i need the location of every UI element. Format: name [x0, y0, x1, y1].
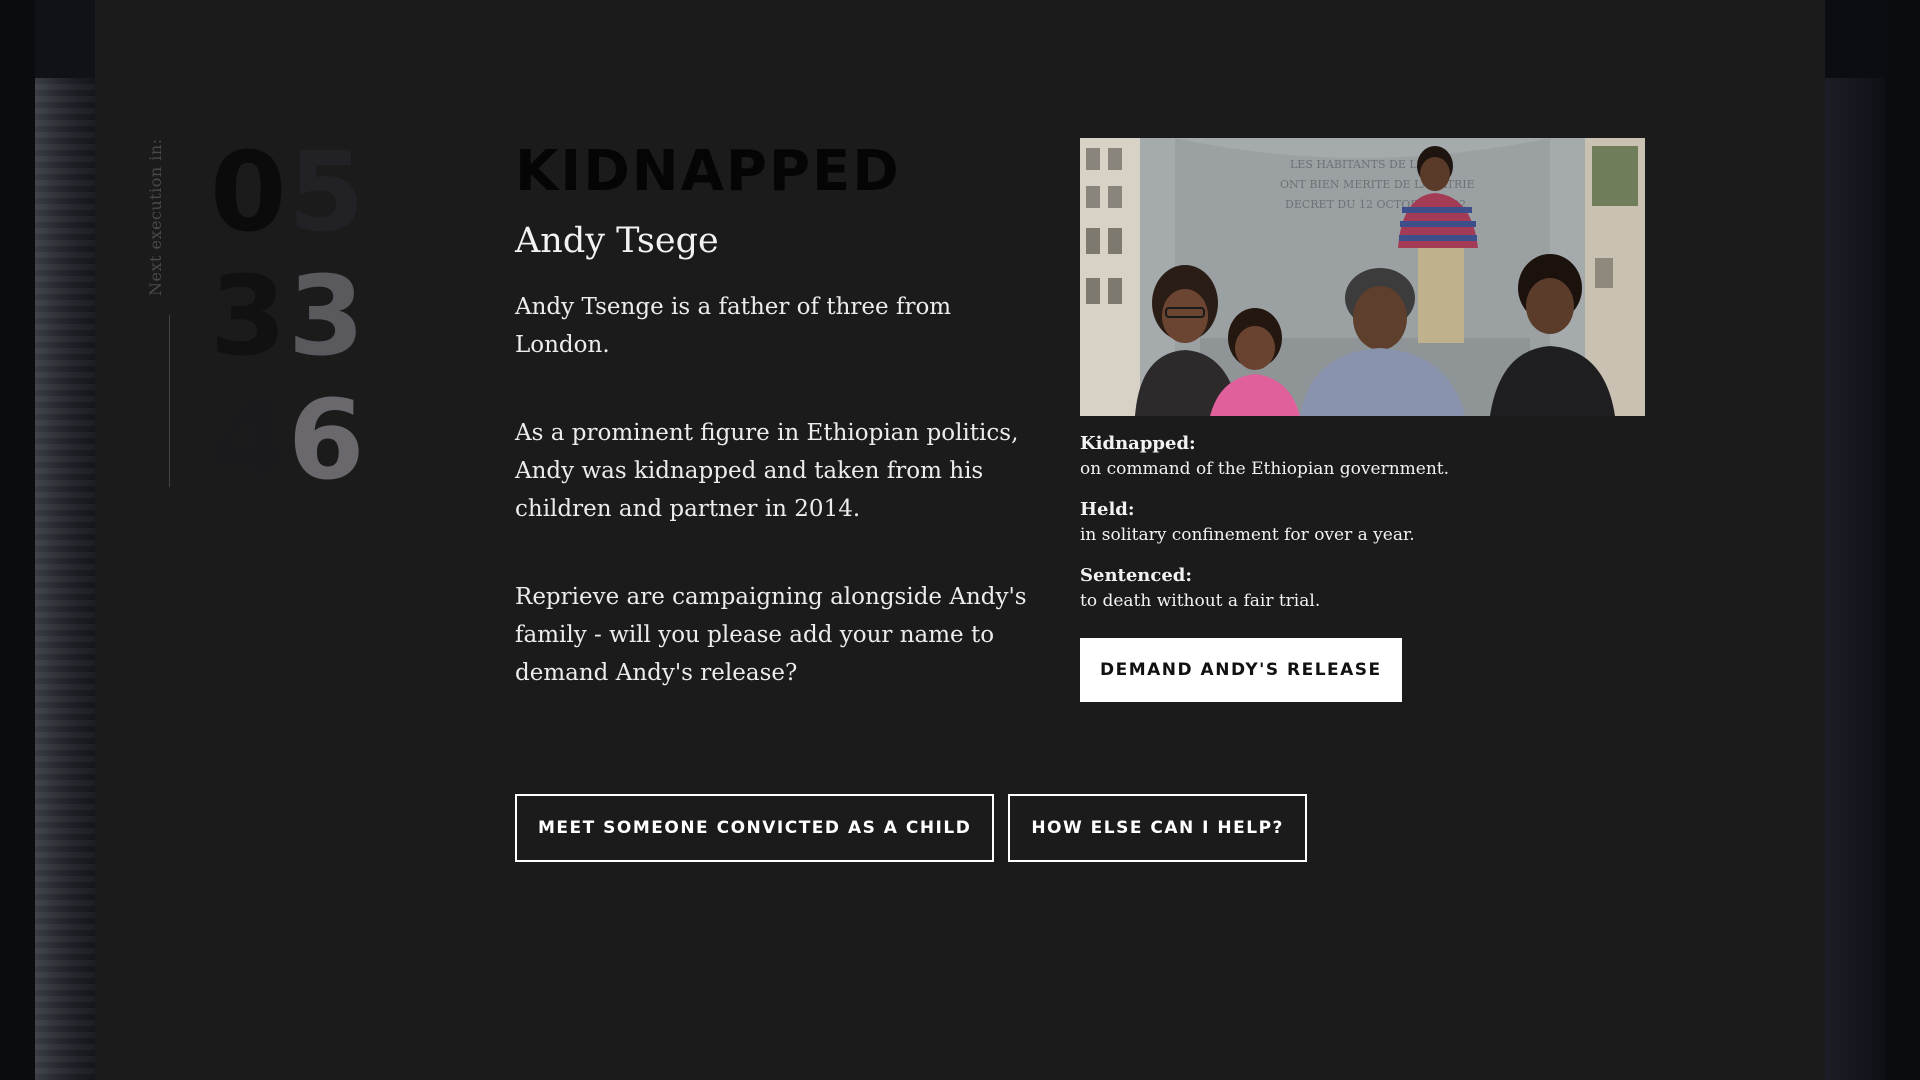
meet-convicted-child-button[interactable]: MEET SOMEONE CONVICTED AS A CHILD	[515, 794, 995, 862]
fact-label: Held:	[1080, 499, 1135, 520]
action-buttons: MEET SOMEONE CONVICTED AS A CHILD HOW EL…	[515, 794, 1307, 862]
facts-column: LES HABITANTS DE LILLE ONT BIEN MERITE D…	[1080, 138, 1645, 702]
countdown-label: Next execution in:	[146, 138, 165, 296]
countdown-minutes: 4 6	[210, 378, 370, 502]
fact-text: on command of the Ethiopian government.	[1080, 459, 1450, 479]
countdown-digit: 4	[210, 376, 287, 504]
bio-paragraph: As a prominent figure in Ethiopian polit…	[515, 420, 1019, 522]
profile-column: KIDNAPPED Andy Tsege Andy Tsenge is a fa…	[515, 140, 1035, 692]
fact-label: Kidnapped:	[1080, 433, 1196, 454]
bio-paragraph: Reprieve are campaigning alongside Andy'…	[515, 584, 1027, 686]
demand-release-button[interactable]: DEMAND ANDY'S RELEASE	[1080, 638, 1402, 702]
countdown-hours: 3 3	[210, 254, 370, 378]
countdown-digit: 3	[288, 252, 365, 380]
person-name: Andy Tsege	[515, 221, 719, 261]
fact-label: Sentenced:	[1080, 565, 1193, 586]
fact-sentenced: Sentenced: to death without a fair trial…	[1080, 564, 1645, 614]
bio-paragraph: Andy Tsenge is a father of three from Lo…	[515, 294, 952, 358]
how-else-help-button[interactable]: HOW ELSE CAN I HELP?	[1008, 794, 1307, 862]
countdown-digit: 5	[288, 128, 365, 256]
left-texture-strip	[35, 0, 95, 1080]
countdown-digit: 0	[210, 128, 287, 256]
status-heading: KIDNAPPED	[515, 139, 901, 204]
fact-held: Held: in solitary confinement for over a…	[1080, 498, 1645, 548]
countdown-digit: 3	[210, 252, 287, 380]
fact-kidnapped: Kidnapped: on command of the Ethiopian g…	[1080, 432, 1645, 482]
countdown-timer: 0 5 3 3 4 6	[210, 130, 370, 502]
fact-text: to death without a fair trial.	[1080, 591, 1321, 611]
family-photo: LES HABITANTS DE LILLE ONT BIEN MERITE D…	[1080, 138, 1645, 416]
countdown-digit: 6	[288, 376, 365, 504]
fact-text: in solitary confinement for over a year.	[1080, 525, 1415, 545]
countdown-days: 0 5	[210, 130, 370, 254]
right-texture-strip	[1825, 0, 1885, 1080]
countdown-divider	[169, 315, 170, 487]
